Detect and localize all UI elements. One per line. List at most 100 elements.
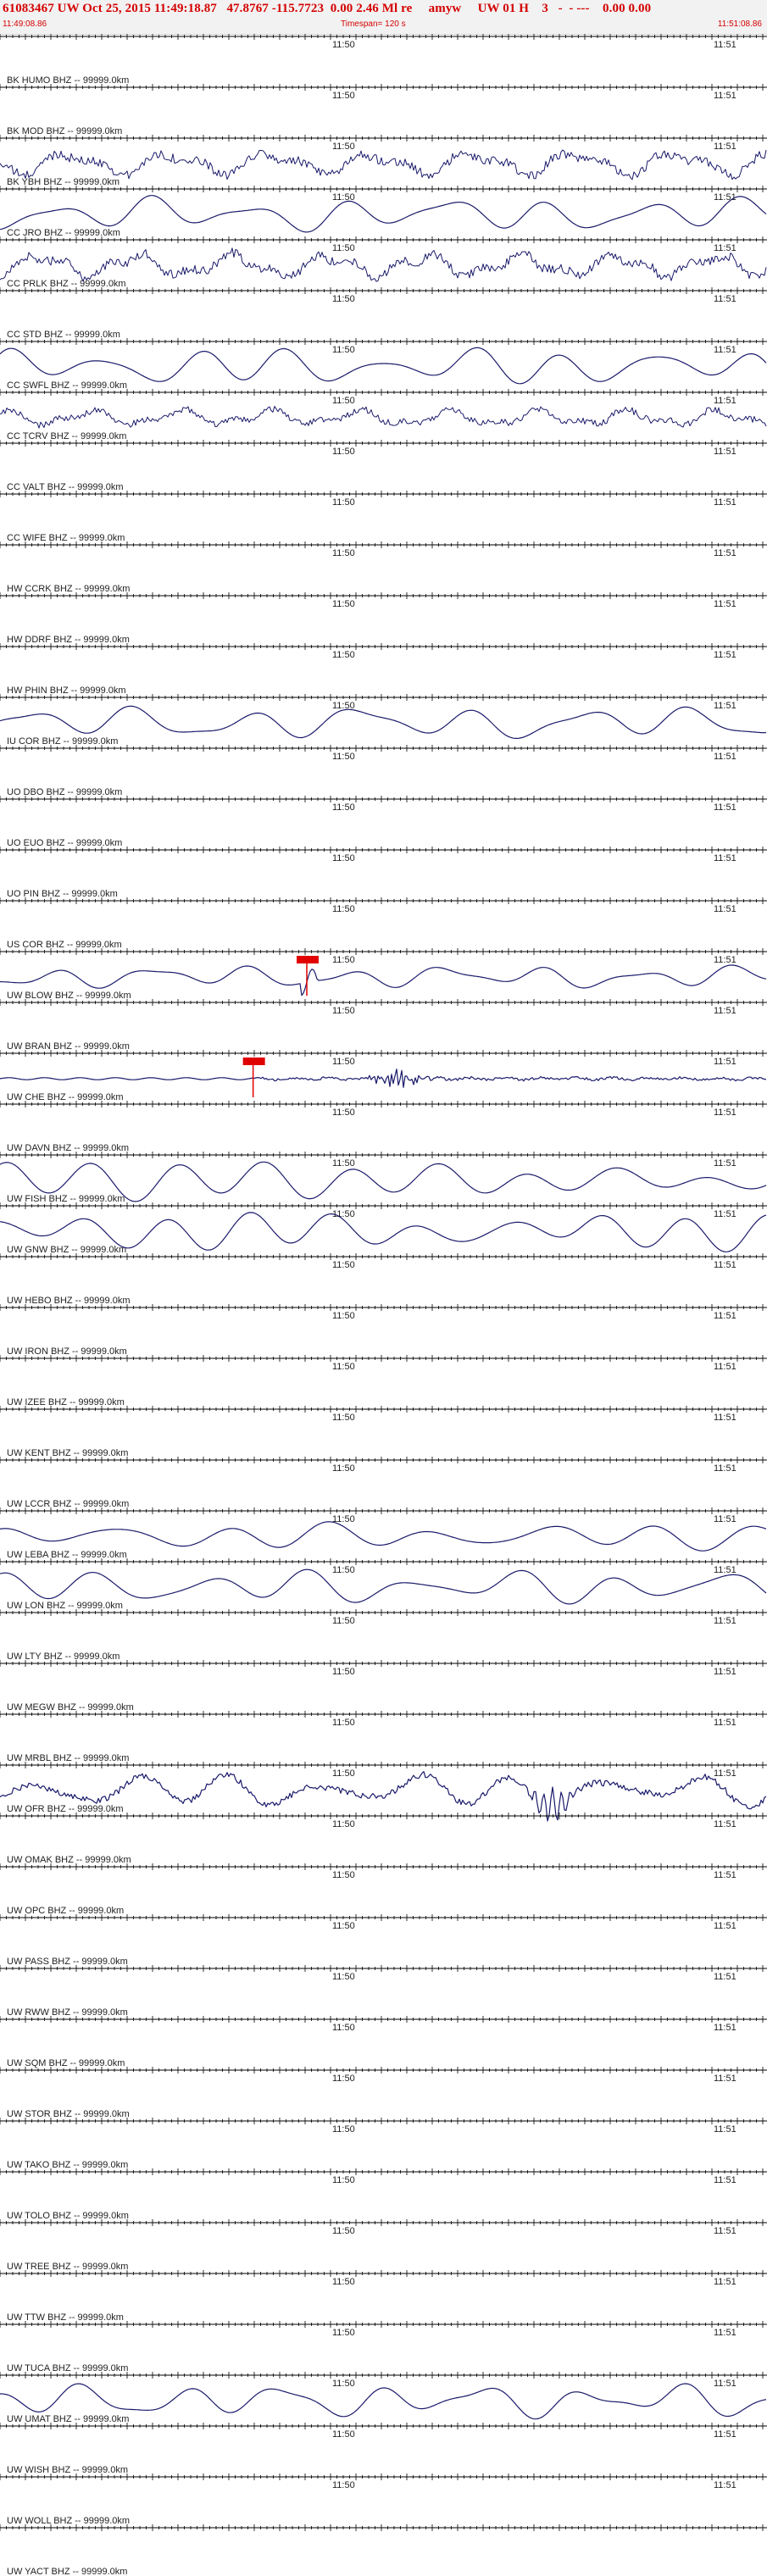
station-label: UW LON BHZ -- 99999.0km — [7, 1601, 123, 1611]
waveform-trace — [0, 149, 767, 180]
station-row: 11:50 11:51HW DDRF BHZ -- 99999.0km — [0, 592, 767, 645]
station-label: UW TOLO BHZ -- 99999.0km — [7, 2211, 129, 2221]
waveform-trace — [0, 1521, 767, 1552]
station-row: 11:50 11:51 UW KENT BHZ -- 99999.0km — [0, 1406, 767, 1458]
station-label: UW RWW BHZ -- 99999.0km — [7, 2007, 128, 2018]
tick-label-1150: 11:50 — [332, 294, 355, 304]
station-row: 11:50 11:51 UW OFR BHZ -- 99999.0km — [0, 1762, 767, 1822]
station-label: UW YACT BHZ -- 99999.0km — [7, 2567, 127, 2576]
phase-pick-flag — [297, 956, 319, 963]
tick-label-1150: 11:50 — [332, 904, 355, 914]
tick-label-1150: 11:50 — [332, 752, 355, 762]
tick-label-1151: 11:51 — [714, 752, 736, 762]
tick-label-1151: 11:51 — [714, 2175, 736, 2185]
tick-label-1150: 11:50 — [332, 599, 355, 609]
tick-label-1151: 11:51 — [714, 1057, 736, 1067]
tick-label-1151: 11:51 — [714, 2379, 736, 2389]
station-row: 11:50 11:51 UW TAKO BHZ -- 99999.0km — [0, 2118, 767, 2170]
waveform-trace — [0, 347, 767, 385]
station-row: 11:50 11:51 CC SWFL BHZ -- 99999.0km — [0, 338, 767, 391]
station-row: 11:50 11:51 UW WISH BHZ -- 99999.0km — [0, 2423, 767, 2475]
station-label: UW OPC BHZ -- 99999.0km — [7, 1906, 124, 1916]
tick-label-1150: 11:50 — [332, 447, 355, 457]
tick-label-1150: 11:50 — [332, 2175, 355, 2185]
waveform-trace — [0, 247, 767, 282]
tick-label-1150: 11:50 — [332, 2277, 355, 2287]
tick-label-1151: 11:51 — [714, 2023, 736, 2033]
tick-label-1150: 11:50 — [332, 1158, 355, 1169]
station-row: 11:50 11:51UW OMAK BHZ -- 99999.0km — [0, 1813, 767, 1865]
tick-label-1150: 11:50 — [332, 142, 355, 152]
station-row: 11:50 11:51 CC VALT BHZ -- 99999.0km — [0, 440, 767, 492]
tick-label-1150: 11:50 — [332, 1413, 355, 1423]
tick-label-1150: 11:50 — [332, 1667, 355, 1677]
station-label: UW MEGW BHZ -- 99999.0km — [7, 1702, 134, 1713]
tick-label-1151: 11:51 — [714, 2480, 736, 2490]
tick-label-1150: 11:50 — [332, 1565, 355, 1575]
tick-label-1151: 11:51 — [714, 1311, 736, 1321]
station-row: 11:50 11:51 UW CHE BHZ -- 99999.0km — [0, 1050, 767, 1102]
tick-label-1151: 11:51 — [714, 1819, 736, 1829]
station-label: UW CHE BHZ -- 99999.0km — [7, 1092, 124, 1102]
station-row: 11:50 11:51 UW TREE BHZ -- 99999.0km — [0, 2219, 767, 2272]
tick-label-1150: 11:50 — [332, 548, 355, 558]
tick-label-1151: 11:51 — [714, 853, 736, 863]
tick-label-1150: 11:50 — [332, 1463, 355, 1474]
tick-label-1151: 11:51 — [714, 1463, 736, 1474]
tick-label-1150: 11:50 — [332, 1108, 355, 1118]
tick-label-1151: 11:51 — [714, 447, 736, 457]
station-row: 11:50 11:51UW UMAT BHZ -- 99999.0km — [0, 2372, 767, 2424]
station-label: UW IZEE BHZ -- 99999.0km — [7, 1397, 125, 1407]
station-row: 11:50 11:51 US COR BHZ -- 99999.0km — [0, 897, 767, 950]
station-label: UW TUCA BHZ -- 99999.0km — [7, 2363, 128, 2373]
tick-label-1150: 11:50 — [332, 91, 355, 101]
waveform-trace — [0, 1069, 767, 1088]
station-label: BK MOD BHZ -- 99999.0km — [7, 126, 122, 136]
tick-label-1151: 11:51 — [714, 701, 736, 711]
tick-label-1150: 11:50 — [332, 497, 355, 508]
station-row: 11:50 11:51UW LCCR BHZ -- 99999.0km — [0, 1457, 767, 1509]
phase-pick-flag — [242, 1058, 265, 1065]
tick-label-1151: 11:51 — [714, 1158, 736, 1169]
station-row: 11:50 11:51 BK YBH BHZ -- 99999.0km — [0, 135, 767, 187]
tick-label-1151: 11:51 — [714, 91, 736, 101]
station-label: UW LEBA BHZ -- 99999.0km — [7, 1550, 127, 1560]
tick-label-1150: 11:50 — [332, 955, 355, 965]
station-row: 11:50 11:51 UW IZEE BHZ -- 99999.0km — [0, 1355, 767, 1407]
station-label: UW WISH BHZ -- 99999.0km — [7, 2465, 128, 2475]
station-label: CC STD BHZ -- 99999.0km — [7, 330, 120, 340]
station-row: 11:50 11:51 CC STD BHZ -- 99999.0km — [0, 287, 767, 340]
tick-label-1150: 11:50 — [332, 802, 355, 813]
station-row: UW YACT BHZ -- 99999.0km — [0, 2524, 767, 2576]
station-label: UO DBO BHZ -- 99999.0km — [7, 787, 122, 797]
tick-label-1150: 11:50 — [332, 1921, 355, 1931]
tick-label-1151: 11:51 — [714, 1209, 736, 1219]
tick-label-1151: 11:51 — [714, 650, 736, 660]
tick-label-1150: 11:50 — [332, 1768, 355, 1779]
tick-label-1151: 11:51 — [714, 243, 736, 253]
station-row: 11:50 11:51HW CCRK BHZ -- 99999.0km — [0, 541, 767, 594]
tick-label-1151: 11:51 — [714, 2429, 736, 2440]
seismogram-chart: 11:50 11:51BK HUMO BHZ -- 99999.0km11:50 1… — [0, 34, 767, 2576]
end-time-label: 11:51:08.86 — [717, 19, 762, 29]
seismogram-panel: 11:50 11:51 BK HUMO BHZ -- 99999.0km 11:50 1… — [0, 34, 767, 2576]
tick-label-1151: 11:51 — [714, 802, 736, 813]
tick-label-1151: 11:51 — [714, 1260, 736, 1270]
tick-label-1150: 11:50 — [332, 1311, 355, 1321]
station-label: UW SQM BHZ -- 99999.0km — [7, 2058, 125, 2068]
station-row: 11:50 11:51IU COR BHZ -- 99999.0km — [0, 694, 767, 747]
tick-label-1151: 11:51 — [714, 1870, 736, 1880]
tick-label-1151: 11:51 — [714, 1362, 736, 1372]
tick-label-1151: 11:51 — [714, 2328, 736, 2338]
tick-label-1151: 11:51 — [714, 599, 736, 609]
station-row: 11:50 11:51 UW TOLO BHZ -- 99999.0km — [0, 2168, 767, 2221]
station-label: UW IRON BHZ -- 99999.0km — [7, 1346, 127, 1357]
station-label: UO PIN BHZ -- 99999.0km — [7, 889, 118, 899]
tick-label-1150: 11:50 — [332, 40, 355, 50]
tick-label-1151: 11:51 — [714, 955, 736, 965]
tick-label-1150: 11:50 — [332, 2226, 355, 2236]
tick-label-1150: 11:50 — [332, 396, 355, 406]
station-label: UW OFR BHZ -- 99999.0km — [7, 1804, 124, 1814]
event-header: 61083467 UW Oct 25, 2015 11:49:18.87 47.… — [0, 0, 767, 35]
station-row: 11:50 11:51 HW PHIN BHZ -- 99999.0km — [0, 643, 767, 696]
